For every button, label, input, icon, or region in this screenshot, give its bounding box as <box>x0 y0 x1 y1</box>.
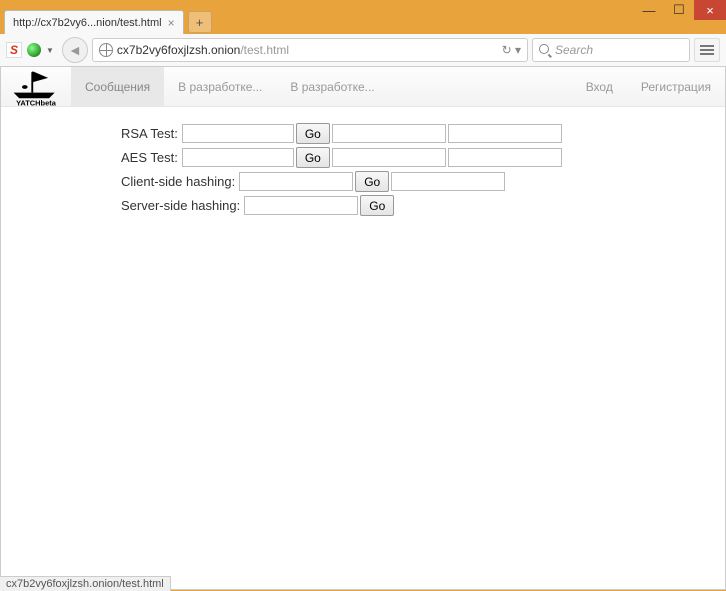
maximize-button[interactable]: ☐ <box>664 0 694 20</box>
rsa-go-button[interactable]: Go <box>296 123 330 144</box>
nav-dev1[interactable]: В разработке... <box>164 67 276 107</box>
search-box[interactable]: Search <box>532 38 690 62</box>
search-icon <box>539 44 551 56</box>
close-button[interactable]: × <box>694 0 726 20</box>
aes-label: AES Test: <box>121 150 178 165</box>
dropdown-arrow-icon[interactable]: ▼ <box>46 46 54 55</box>
status-bar: cx7b2vy6foxjlzsh.onion/test.html <box>0 576 171 591</box>
aes-input[interactable] <box>182 148 294 167</box>
nav-messages[interactable]: Сообщения <box>71 67 164 107</box>
site-logo[interactable]: YATCHbeta <box>1 67 71 107</box>
search-placeholder: Search <box>555 43 593 57</box>
aes-output-2[interactable] <box>448 148 562 167</box>
tab-strip: http://cx7b2vy6...nion/test.html × + <box>0 8 726 34</box>
rsa-input[interactable] <box>182 124 294 143</box>
site-navbar: YATCHbeta Сообщения В разработке... В ра… <box>1 67 725 107</box>
page-content: YATCHbeta Сообщения В разработке... В ра… <box>0 67 726 590</box>
title-bar <box>0 0 726 8</box>
client-hash-go-button[interactable]: Go <box>355 171 389 192</box>
rsa-label: RSA Test: <box>121 126 178 141</box>
nav-dev2[interactable]: В разработке... <box>276 67 388 107</box>
client-hash-row: Client-side hashing: Go <box>121 171 725 192</box>
tab-title: http://cx7b2vy6...nion/test.html <box>13 17 162 29</box>
url-bar[interactable]: cx7b2vy6foxjlzsh.onion/test.html ↻ ▾ <box>92 38 528 62</box>
noscript-icon[interactable] <box>26 42 42 58</box>
server-hash-row: Server-side hashing: Go <box>121 195 725 216</box>
aes-go-button[interactable]: Go <box>296 147 330 168</box>
browser-toolbar: S ▼ ◄ cx7b2vy6foxjlzsh.onion/test.html ↻… <box>0 34 726 67</box>
client-hash-output[interactable] <box>391 172 505 191</box>
hamburger-menu-button[interactable] <box>694 38 720 62</box>
new-tab-button[interactable]: + <box>188 11 212 33</box>
rsa-test-row: RSA Test: Go <box>121 123 725 144</box>
reload-icon[interactable]: ↻ ▾ <box>502 43 521 57</box>
minimize-button[interactable]: — <box>634 0 664 20</box>
server-hash-input[interactable] <box>244 196 358 215</box>
back-button[interactable]: ◄ <box>62 37 88 63</box>
globe-icon <box>99 43 113 57</box>
main-content: RSA Test: Go AES Test: Go Client-side ha… <box>1 107 725 216</box>
nav-login[interactable]: Вход <box>572 67 627 107</box>
tab-close-icon[interactable]: × <box>168 16 175 30</box>
client-hash-input[interactable] <box>239 172 353 191</box>
nav-register[interactable]: Регистрация <box>627 67 725 107</box>
client-hash-label: Client-side hashing: <box>121 174 235 189</box>
server-hash-go-button[interactable]: Go <box>360 195 394 216</box>
server-hash-label: Server-side hashing: <box>121 198 240 213</box>
rsa-output-2[interactable] <box>448 124 562 143</box>
svg-text:YATCHbeta: YATCHbeta <box>16 98 57 105</box>
rsa-output-1[interactable] <box>332 124 446 143</box>
aes-test-row: AES Test: Go <box>121 147 725 168</box>
aes-output-1[interactable] <box>332 148 446 167</box>
url-text: cx7b2vy6foxjlzsh.onion/test.html <box>117 43 289 57</box>
extension-s-icon[interactable]: S <box>6 42 22 58</box>
browser-tab[interactable]: http://cx7b2vy6...nion/test.html × <box>4 10 184 34</box>
